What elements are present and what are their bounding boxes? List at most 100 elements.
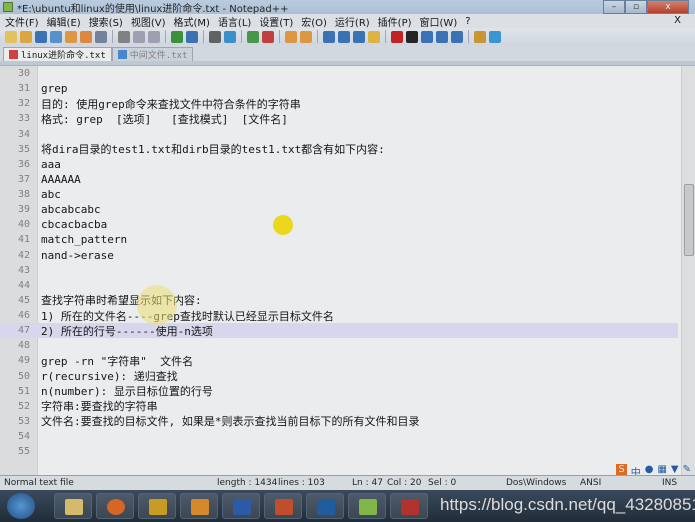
code-line[interactable]: 45 查找字符串时希望显示如下内容: (0, 293, 678, 308)
line-number: 53 (17, 415, 30, 427)
taskbar-firefox[interactable] (96, 493, 134, 519)
menu-item[interactable]: 设置(T) (259, 14, 293, 29)
code-line[interactable]: 42 nand->erase (0, 248, 678, 263)
toolbar-button-icon[interactable] (20, 30, 32, 43)
code-line[interactable]: 48 (0, 338, 678, 353)
toolbar-separator (165, 30, 166, 43)
toolbar-button-icon[interactable] (148, 30, 160, 43)
toolbar-button-icon[interactable] (171, 30, 183, 43)
toolbar-button-icon[interactable] (323, 30, 335, 43)
code-line[interactable]: 40 cbcacbacba (0, 217, 678, 232)
menu-item[interactable]: 插件(P) (378, 14, 412, 29)
toolbar-button-icon[interactable] (80, 30, 92, 43)
maximize-button[interactable]: ▫ (625, 0, 647, 14)
taskbar-word[interactable] (222, 493, 260, 519)
toolbar-button-icon[interactable] (118, 30, 130, 43)
toolbar-button-icon[interactable] (133, 30, 145, 43)
taskbar-powerpoint[interactable] (264, 493, 302, 519)
code-line[interactable]: 44 (0, 278, 678, 293)
tab-1[interactable]: 中间文件.txt (111, 47, 194, 61)
scrollbar-thumb[interactable] (684, 184, 694, 256)
toolbar-button-icon[interactable] (35, 30, 47, 43)
toolbar-button-icon[interactable] (285, 30, 297, 43)
minimize-button[interactable]: – (603, 0, 625, 14)
toolbar-button-icon[interactable] (391, 30, 403, 43)
menu-item[interactable]: ? (465, 16, 470, 27)
code-line[interactable]: 33 格式: grep [选项] [查找模式] [文件名] (0, 111, 678, 126)
code-line[interactable]: 38 abc (0, 187, 678, 202)
menu-item[interactable]: 语言(L) (218, 14, 251, 29)
menu-item[interactable]: 搜索(S) (89, 14, 123, 29)
toolbar-button-icon[interactable] (489, 30, 501, 43)
toolbar-button-icon[interactable] (186, 30, 198, 43)
tab-label: linux进阶命令.txt (21, 51, 106, 61)
line-text: 文件名:要查找的目标文件, 如果是*则表示查找当前目标下的所有文件和目录 (41, 415, 420, 429)
menu-item[interactable]: 文件(F) (5, 14, 39, 29)
taskbar-app2[interactable] (306, 493, 344, 519)
editor[interactable]: 55 54 53 文件名:要查找的目标文件, 如果是*则表示查找当前目标下的所有文件和… (0, 65, 695, 475)
toolbar-button-icon[interactable] (247, 30, 259, 43)
code-line[interactable]: 54 (0, 429, 678, 444)
menu-bar: 文件(F) 编辑(E) 搜索(S) 视图(V) 格式(M) 语言(L) 设置(T) 宏(O) 运… (0, 14, 695, 29)
start-button[interactable] (7, 493, 35, 519)
toolbar-button-icon[interactable] (65, 30, 77, 43)
line-number: 55 (17, 446, 30, 458)
toolbar-button-icon[interactable] (451, 30, 463, 43)
code-line[interactable]: 53 文件名:要查找的目标文件, 如果是*则表示查找当前目标下的所有文件和目录 (0, 414, 678, 429)
menu-item[interactable]: 运行(R) (335, 14, 370, 29)
taskbar-pdf[interactable] (180, 493, 218, 519)
code-line[interactable]: 47 2) 所在的行号------使用-n选项 (0, 323, 678, 339)
toolbar-button-icon[interactable] (406, 30, 418, 43)
code-line[interactable]: 46 1) 所在的文件名----grep查找时默认已经显示目标文件名 (0, 308, 678, 323)
status-ln: Ln : 47 (352, 478, 383, 488)
line-number: 33 (17, 113, 30, 125)
code-line[interactable]: 37 AAAAAA (0, 172, 678, 187)
code-line[interactable]: 32 目的: 使用grep命令来查找文件中符合条件的字符串 (0, 96, 678, 111)
line-number: 34 (17, 128, 30, 140)
code-line[interactable]: 50 r(recursive): 递归查找 (0, 369, 678, 384)
taskbar-app[interactable] (138, 493, 176, 519)
close-document-button[interactable]: X (674, 15, 681, 26)
code-line[interactable]: 41 match_pattern (0, 232, 678, 247)
toolbar-button-icon[interactable] (338, 30, 350, 43)
menu-item[interactable]: 窗口(W) (420, 14, 458, 29)
line-number: 43 (17, 264, 30, 276)
code-line[interactable]: 52 字符串:要查找的字符串 (0, 399, 678, 414)
code-line[interactable]: 39 abcabcabc (0, 202, 678, 217)
code-line[interactable]: 31 grep (0, 81, 678, 96)
code-line[interactable]: 34 (0, 127, 678, 142)
menu-item[interactable]: 宏(O) (301, 14, 327, 29)
menu-item[interactable]: 编辑(E) (47, 14, 81, 29)
toolbar-button-icon[interactable] (209, 30, 221, 43)
code-line[interactable]: 43 (0, 263, 678, 278)
status-lines: lines : 103 (278, 478, 325, 488)
toolbar-button-icon[interactable] (95, 30, 107, 43)
toolbar-button-icon[interactable] (421, 30, 433, 43)
taskbar-notepadpp[interactable] (348, 493, 386, 519)
toolbar-button-icon[interactable] (474, 30, 486, 43)
taskbar-explorer[interactable] (54, 493, 92, 519)
code-line[interactable]: 30 (0, 66, 678, 81)
toolbar-button-icon[interactable] (262, 30, 274, 43)
code-line[interactable]: 55 (0, 444, 678, 459)
menu-item[interactable]: 视图(V) (131, 14, 166, 29)
toolbar-button-icon[interactable] (224, 30, 236, 43)
menu-item[interactable]: 格式(M) (174, 14, 210, 29)
toolbar-button-icon[interactable] (436, 30, 448, 43)
toolbar-button-icon[interactable] (300, 30, 312, 43)
code-line[interactable]: 35 将dira目录的test1.txt和dirb目录的test1.txt都含有如… (0, 142, 678, 157)
tab-bar: linux进阶命令.txt 中间文件.txt (0, 45, 695, 61)
code-line[interactable]: 49 grep -rn "字符串" 文件名 (0, 353, 678, 368)
close-button[interactable]: x (647, 0, 689, 14)
vertical-scrollbar[interactable] (681, 66, 695, 475)
toolbar-button-icon[interactable] (368, 30, 380, 43)
tab-0[interactable]: linux进阶命令.txt (3, 47, 112, 61)
toolbar-button-icon[interactable] (5, 30, 17, 43)
taskbar-app3[interactable] (390, 493, 428, 519)
toolbar-button-icon[interactable] (50, 30, 62, 43)
line-text: abc (41, 188, 61, 202)
code-line[interactable]: 36 aaa (0, 157, 678, 172)
code-line[interactable]: 51 n(number): 显示目标位置的行号 (0, 384, 678, 399)
line-number: 47 (17, 325, 30, 337)
toolbar-button-icon[interactable] (353, 30, 365, 43)
